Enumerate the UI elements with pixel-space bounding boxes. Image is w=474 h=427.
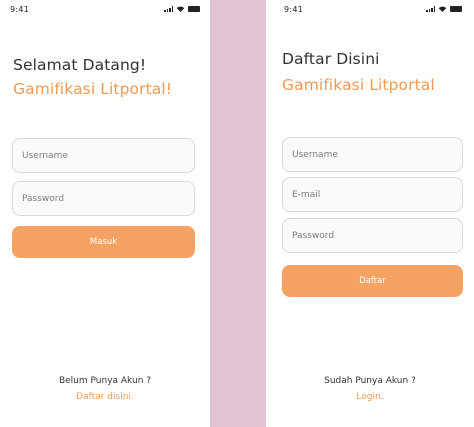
- login-button[interactable]: Masuk: [12, 226, 195, 258]
- battery-icon: [450, 6, 462, 12]
- status-bar: 9:41: [266, 0, 474, 20]
- password-field[interactable]: [12, 181, 195, 216]
- wifi-icon: [438, 6, 447, 12]
- email-field[interactable]: [282, 177, 463, 212]
- battery-icon: [188, 6, 200, 12]
- app-subtitle: Gamifikasi Litportal: [282, 76, 435, 94]
- status-time: 9:41: [10, 5, 30, 14]
- username-input[interactable]: [283, 138, 462, 171]
- status-icons: [426, 6, 462, 12]
- login-screen: 9:41 Selamat Datang! Gamifikasi Litporta…: [0, 0, 210, 427]
- wifi-icon: [176, 6, 185, 12]
- signal-icon: [164, 6, 173, 12]
- register-link[interactable]: Daftar disini.: [0, 392, 210, 402]
- screen-divider: [210, 0, 266, 427]
- register-button[interactable]: Daftar: [282, 265, 463, 297]
- password-input[interactable]: [283, 219, 462, 252]
- username-input[interactable]: [13, 139, 194, 172]
- password-input[interactable]: [13, 182, 194, 215]
- username-field[interactable]: [282, 137, 463, 172]
- login-link[interactable]: Login.: [266, 392, 474, 402]
- password-field[interactable]: [282, 218, 463, 253]
- no-account-prompt: Belum Punya Akun ?: [58, 376, 152, 386]
- has-account-prompt: Sudah Punya Akun ?: [324, 376, 416, 386]
- status-time: 9:41: [284, 5, 304, 14]
- register-screen: 9:41 Daftar Disini Gamifikasi Litportal …: [266, 0, 474, 427]
- email-input[interactable]: [283, 178, 462, 211]
- username-field[interactable]: [12, 138, 195, 173]
- status-bar: 9:41: [0, 0, 210, 20]
- app-subtitle: Gamifikasi Litportal!: [13, 80, 173, 98]
- page-title: Daftar Disini: [282, 50, 380, 68]
- signal-icon: [426, 6, 435, 12]
- page-title: Selamat Datang!: [13, 56, 147, 74]
- status-icons: [164, 6, 200, 12]
